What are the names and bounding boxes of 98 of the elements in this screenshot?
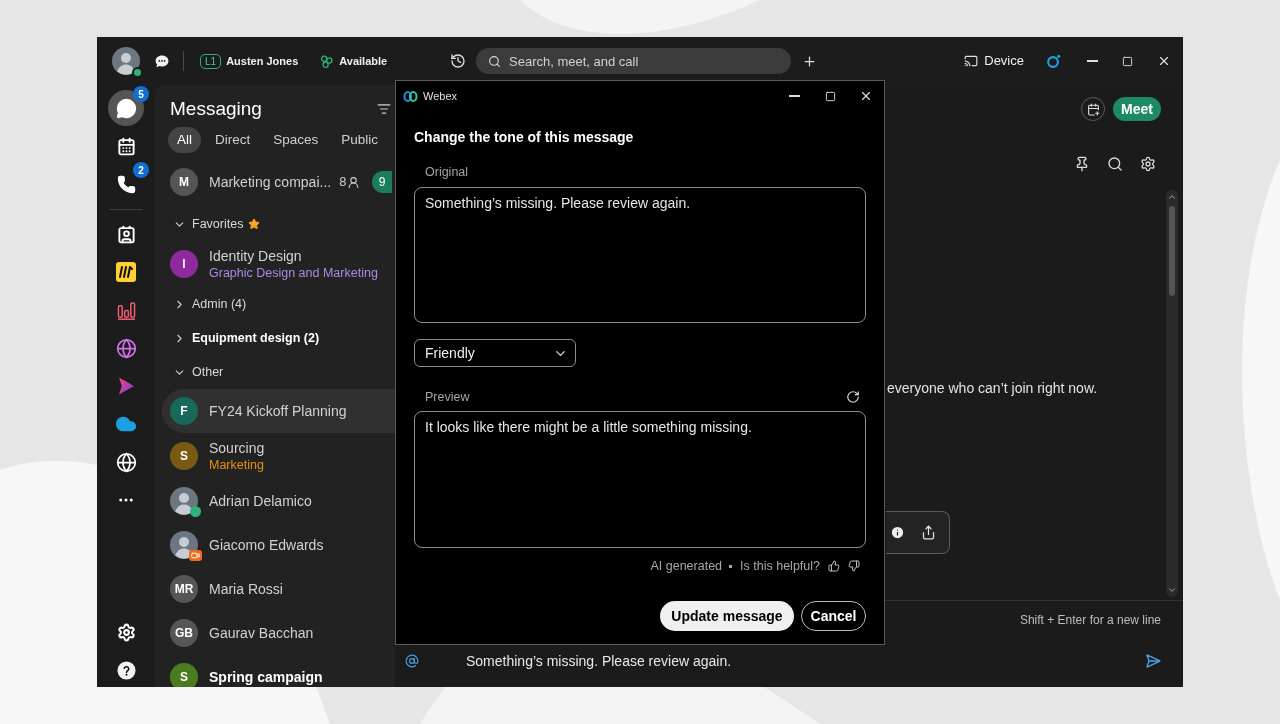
contact-card-icon[interactable] (116, 224, 136, 244)
history-icon[interactable] (450, 53, 466, 69)
message-text: everyone who can’t join right now. (887, 380, 1098, 396)
search-icon (488, 55, 501, 68)
send-icon[interactable] (1145, 653, 1161, 669)
scroll-down-icon[interactable] (1167, 585, 1177, 595)
user-avatar (112, 47, 140, 75)
dialog-title: Change the tone of this message (414, 128, 635, 147)
line-badge: L1 (200, 53, 222, 69)
scroll-up-icon[interactable] (1167, 192, 1177, 202)
person-icon (347, 175, 361, 189)
section-title[interactable]: Other (192, 362, 224, 382)
conversation-name[interactable]: Marketing compai... (209, 171, 332, 193)
help-icon[interactable] (116, 661, 136, 680)
app-tile-logo-icon[interactable] (116, 262, 136, 282)
conversation-row[interactable]: Adrian Delamico (162, 479, 395, 523)
info-icon[interactable] (890, 525, 905, 540)
conversation-row[interactable]: S Sourcing Marketing (162, 433, 395, 479)
panel-title: Messaging (170, 97, 262, 121)
device-button[interactable]: Device (964, 51, 1024, 71)
search-icon[interactable] (1107, 156, 1123, 172)
mention-icon[interactable] (405, 654, 419, 668)
conversation-name: Spring campaign (209, 668, 323, 686)
conversation-row[interactable]: Giacomo Edwards (162, 523, 395, 567)
filter-tab[interactable]: Public (332, 127, 388, 153)
search-field[interactable]: Search, meet, and call (476, 48, 791, 74)
conversation-name: Giacomo Edwards (209, 536, 324, 554)
filter-tab[interactable]: Direct (206, 127, 260, 153)
member-count: 8 (339, 173, 347, 192)
nav-button[interactable] (108, 90, 144, 126)
filter-tab[interactable]: All (168, 127, 201, 153)
avatar: GB (170, 619, 198, 647)
pin-icon[interactable] (1074, 156, 1090, 172)
conversation-name: Identity Design (209, 246, 303, 265)
avatar: M (170, 168, 198, 196)
close-icon[interactable] (1157, 54, 1171, 68)
phone-icon[interactable] (116, 174, 136, 194)
conversation-name: Sourcing (209, 438, 265, 457)
field-label: Original (424, 164, 470, 181)
chat-bubble-icon[interactable] (155, 54, 169, 68)
app-logo-icon (403, 90, 418, 102)
feedback-prompt: Is this helpful? (740, 557, 820, 575)
preview-message-field[interactable]: It looks like there might be a little something missing. (414, 411, 866, 548)
conversation-row[interactable]: I Identity Design Graphic Design and Marketing (162, 241, 395, 287)
message-input[interactable]: Something’s missing. Please review again. (419, 649, 1145, 673)
conversation-subtitle: Marketing (209, 456, 265, 474)
ring-logo-icon[interactable] (1046, 53, 1061, 69)
refresh-icon[interactable] (846, 390, 860, 404)
original-message-field[interactable]: Something’s missing. Please review again. (414, 187, 866, 323)
close-icon (859, 89, 873, 103)
conversation-row[interactable]: GB Gaurav Bacchan (162, 611, 395, 655)
scrollbar-thumb[interactable] (1169, 206, 1175, 296)
thumbs-up-icon[interactable] (828, 560, 840, 572)
status-icon[interactable] (320, 54, 334, 68)
add-icon[interactable] (802, 53, 817, 69)
unread-badge: 9 (372, 171, 392, 193)
tone-dropdown[interactable]: Friendly (414, 339, 576, 367)
field-label: Preview (424, 389, 470, 406)
thumbs-down-icon[interactable] (848, 560, 860, 572)
section-title[interactable]: Favorites (192, 214, 244, 234)
minimize-icon (788, 95, 800, 97)
count-badge: 2 (133, 162, 149, 178)
dialog-app-name: Webex (423, 88, 458, 104)
cast-icon (964, 54, 979, 68)
conversation-row[interactable]: MR Maria Rossi (162, 567, 395, 611)
avatar: I (170, 250, 198, 278)
section-title[interactable]: Equipment design (2) (192, 328, 320, 348)
avatar: F (170, 397, 198, 425)
conversation-name: Gaurav Bacchan (209, 624, 314, 642)
conversation-name: Maria Rossi (209, 580, 283, 598)
conversation-name: FY24 Kickoff Planning (209, 402, 347, 420)
filter-tab[interactable]: Spaces (264, 127, 328, 153)
avatar: S (170, 442, 198, 470)
maximize-icon (824, 90, 836, 102)
play-triangle-icon[interactable] (116, 376, 136, 396)
confirm-button[interactable]: Update message (660, 601, 794, 631)
calendar-icon[interactable] (116, 136, 136, 156)
globe-icon[interactable] (115, 337, 137, 359)
ai-generated-note: AI generated (650, 557, 723, 575)
calendar-plus-icon (1086, 102, 1100, 116)
composer-hint: Shift + Enter for a new line (1019, 612, 1161, 628)
meet-button[interactable]: Meet (1113, 97, 1161, 121)
avatar: MR (170, 575, 198, 603)
maximize-icon[interactable] (1122, 55, 1133, 67)
settings-icon[interactable] (1140, 156, 1156, 172)
bar-chart-icon[interactable] (116, 300, 136, 320)
user-name[interactable]: Austen Jones (226, 52, 299, 70)
conversation-row[interactable]: F FY24 Kickoff Planning (162, 389, 395, 433)
conversation-row[interactable]: S Spring campaign (162, 655, 395, 687)
conversation-subtitle: Graphic Design and Marketing (209, 264, 378, 282)
count-badge: 5 (133, 86, 149, 102)
section-title[interactable]: Admin (4) (192, 294, 247, 314)
chat-bubble-icon[interactable] (115, 97, 137, 119)
filter-icon[interactable] (377, 102, 391, 116)
status-label[interactable]: Available (339, 52, 388, 70)
avatar: S (170, 663, 198, 687)
conversation-name: Adrian Delamico (209, 492, 312, 510)
share-icon[interactable] (921, 525, 936, 540)
